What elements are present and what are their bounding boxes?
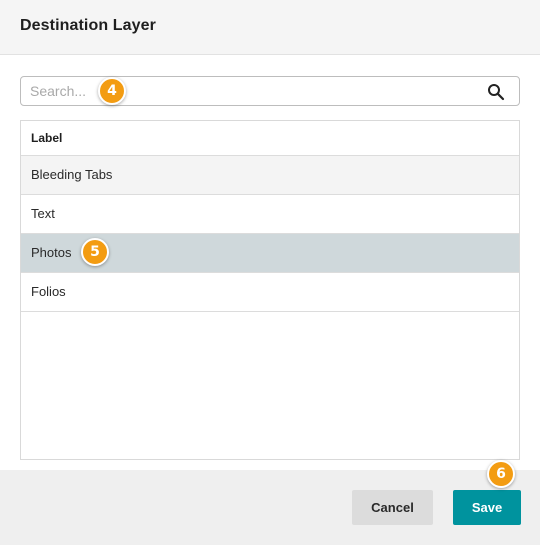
dialog-footer: Cancel Save	[0, 470, 540, 545]
list-item-label: Photos	[31, 245, 72, 260]
list-header-label: Label	[21, 121, 519, 156]
list-item-label: Folios	[31, 284, 66, 299]
callout-badge-6: 6	[487, 460, 515, 488]
callout-badge-4: 4	[98, 77, 126, 105]
dialog-header: Destination Layer	[0, 0, 540, 55]
list-item[interactable]: Folios	[21, 273, 519, 312]
list-item-label: Bleeding Tabs	[31, 167, 113, 182]
search-icon[interactable]	[487, 83, 505, 101]
layer-list: Label Bleeding Tabs Text Photos Folios	[20, 120, 520, 460]
cancel-button[interactable]: Cancel	[352, 490, 433, 525]
save-button[interactable]: Save	[453, 490, 521, 525]
search-box[interactable]	[20, 76, 520, 106]
list-item[interactable]: Text	[21, 195, 519, 234]
list-item[interactable]: Bleeding Tabs	[21, 156, 519, 195]
list-item-label: Text	[31, 206, 55, 221]
search-input[interactable]	[30, 81, 470, 101]
destination-layer-dialog: Destination Layer 4 Label Bleeding Tabs …	[0, 0, 540, 545]
callout-badge-5: 5	[81, 238, 109, 266]
dialog-title: Destination Layer	[20, 17, 156, 34]
